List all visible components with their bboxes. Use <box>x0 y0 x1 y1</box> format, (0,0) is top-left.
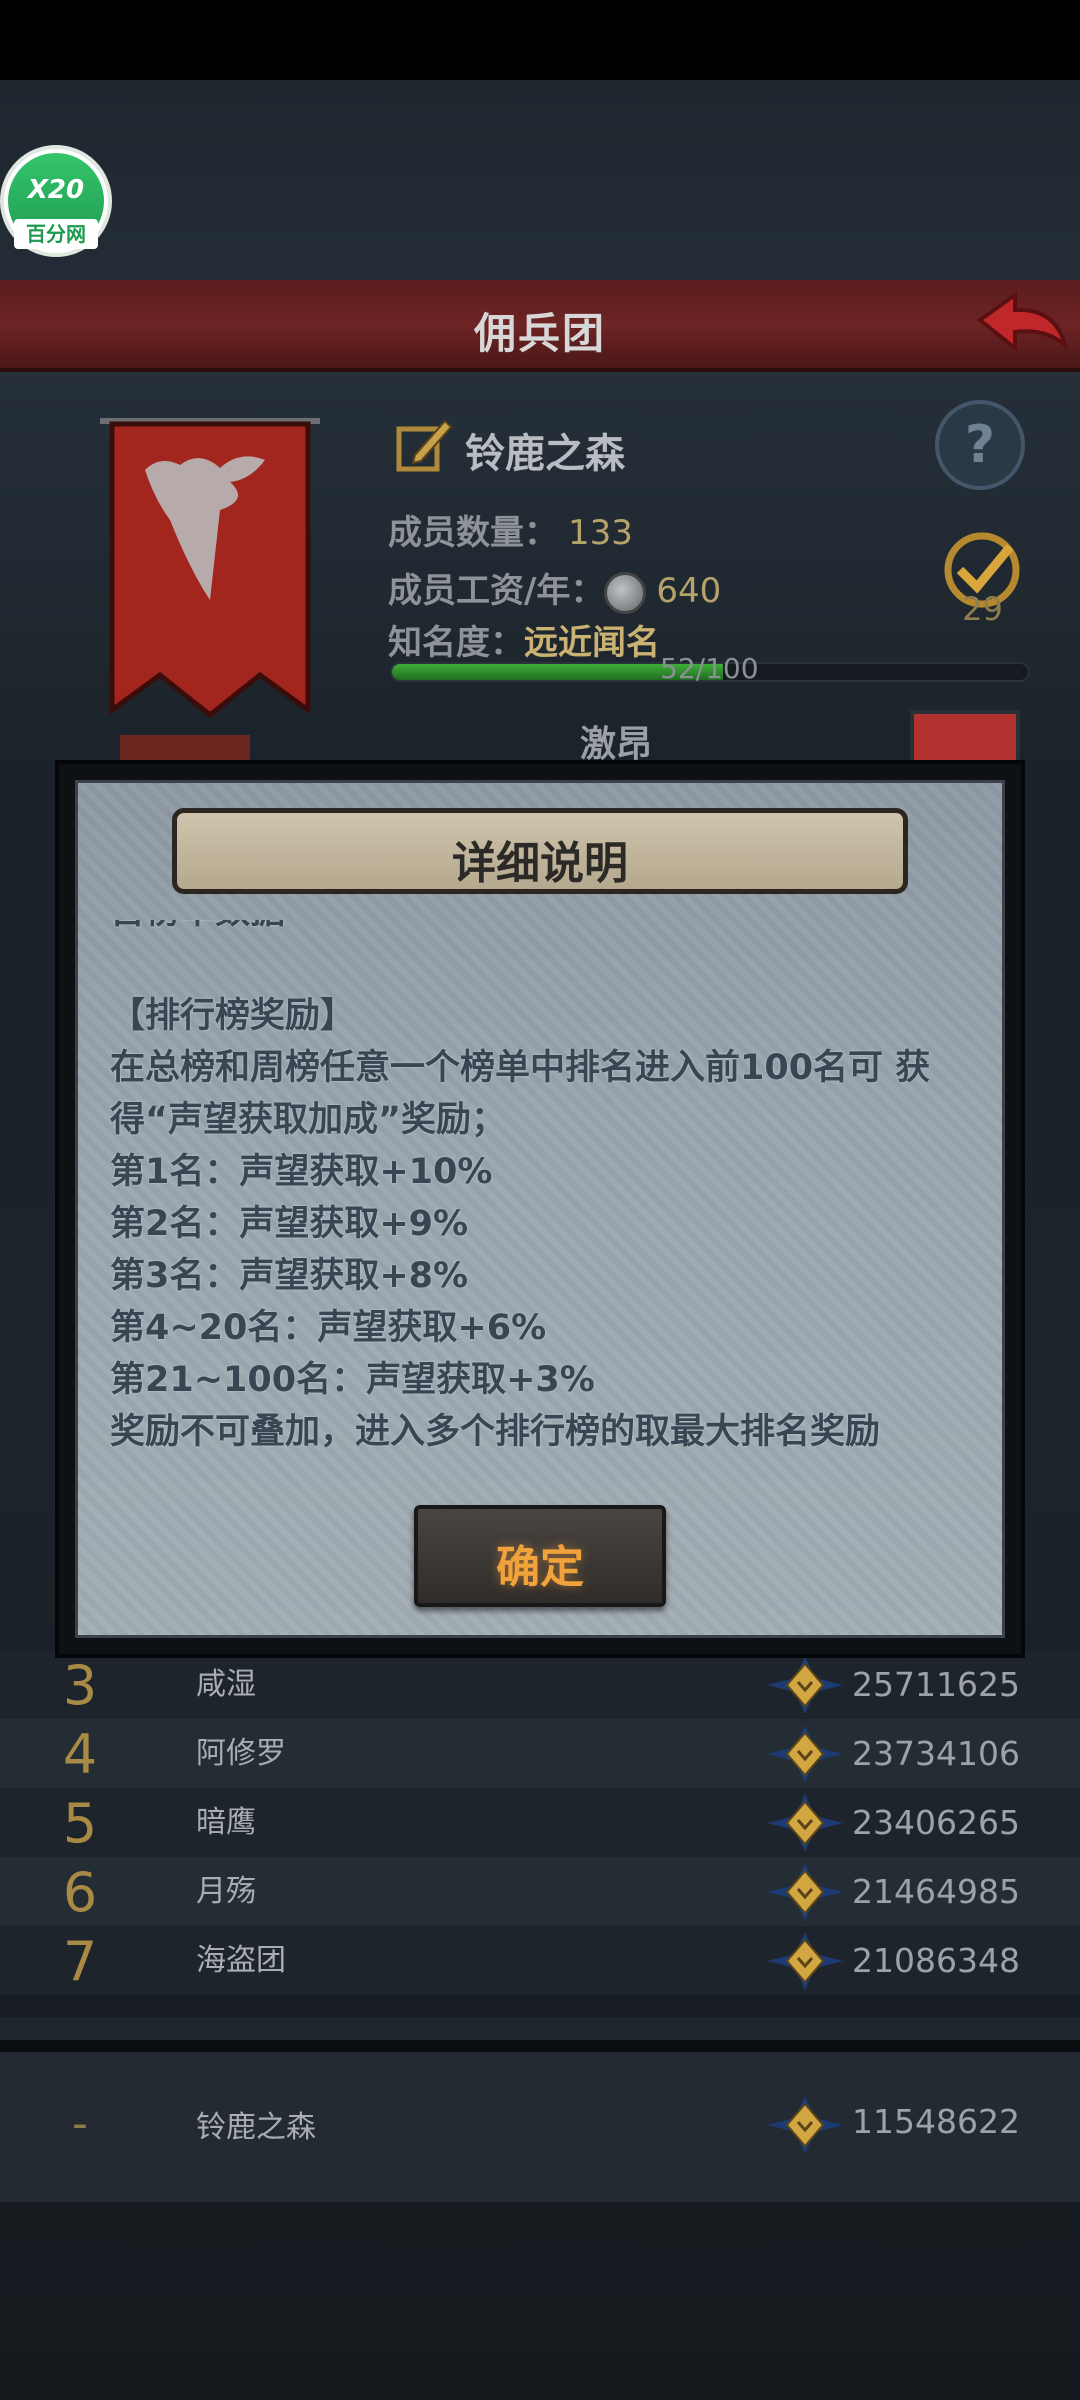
members-value: 133 <box>568 513 633 553</box>
description-line: 第21~100名：声望获取+3% <box>110 1360 595 1400</box>
members-line: 成员数量： 133 <box>388 505 633 554</box>
guild-name: 铃鹿之森 <box>465 431 625 477</box>
emblem-icon <box>767 1725 843 1783</box>
guild-banner <box>100 418 320 719</box>
emblem-icon <box>767 1932 843 1990</box>
description-line: 在总榜和周榜任意一个榜单中排名进入前100名可 获 <box>110 1048 931 1088</box>
edit-icon[interactable] <box>395 415 455 475</box>
dialog-description[interactable]: 首榜单数据 【排行榜奖励】 在总榜和周榜任意一个榜单中排名进入前100名可 获 … <box>110 920 970 1485</box>
row-score: 23734106 <box>852 1734 1020 1773</box>
header-band: 佣兵团 <box>0 280 1080 372</box>
row-rank: 3 <box>62 1654 98 1717</box>
back-arrow-icon[interactable] <box>970 290 1070 360</box>
row-rank: 5 <box>62 1792 98 1855</box>
dialog-title-plate: 详细说明 <box>172 808 908 894</box>
salary-label: 成员工资/年： <box>388 571 605 611</box>
row-name: 海盗团 <box>196 1943 286 1978</box>
help-icon[interactable]: ? <box>935 400 1025 490</box>
salary-value: 640 <box>656 571 722 611</box>
rank-badge-value: 29 <box>962 590 1003 628</box>
description-line: 奖励不可叠加，进入多个排行榜的取最大排名奖励 <box>110 1412 881 1452</box>
table-row[interactable]: 4 阿修罗 23734106 <box>0 1719 1080 1788</box>
confirm-label: 确定 <box>496 1542 584 1593</box>
my-guild-score: 11548622 <box>852 2102 1020 2141</box>
logo-text-bottom: 百分网 <box>14 219 98 249</box>
table-row[interactable]: 3 咸湿 25711625 <box>0 1650 1080 1719</box>
status-bar <box>0 0 1080 80</box>
row-name: 咸湿 <box>196 1667 256 1702</box>
fame-line: 知名度：远近闻名 <box>388 615 660 664</box>
ranking-list: 3 咸湿 25711625 4 阿修罗 23734106 5 暗鹰 234062… <box>0 1650 1080 1995</box>
description-cut-line: 首榜单数据 <box>110 920 970 938</box>
row-score: 25711625 <box>852 1665 1020 1704</box>
emblem-icon <box>767 1656 843 1714</box>
description-line: 第2名：声望获取+9% <box>110 1204 469 1244</box>
table-row[interactable]: 5 暗鹰 23406265 <box>0 1788 1080 1857</box>
fame-label: 知名度： <box>388 623 524 663</box>
watermark-logo: X20 百分网 <box>0 145 112 257</box>
fame-progress-text: 52/100 <box>660 652 759 685</box>
row-rank: 6 <box>62 1861 98 1924</box>
salary-line: 成员工资/年： 640 <box>388 563 721 614</box>
description-line: 第4~20名：声望获取+6% <box>110 1308 547 1348</box>
row-rank: 7 <box>62 1930 98 1993</box>
logo-text-top: X20 <box>27 175 85 205</box>
emblem-icon <box>767 1863 843 1921</box>
members-label: 成员数量： <box>388 513 558 553</box>
description-line: 【排行榜奖励】 <box>110 996 356 1036</box>
divider <box>0 2040 1080 2052</box>
fame-value: 远近闻名 <box>524 623 660 663</box>
my-guild-row[interactable]: - 铃鹿之森 11548622 <box>0 2052 1080 2202</box>
row-score: 21464985 <box>852 1872 1020 1911</box>
row-score: 23406265 <box>852 1803 1020 1842</box>
my-rank: - <box>72 2098 88 2149</box>
description-line: 第1名：声望获取+10% <box>110 1152 493 1192</box>
emblem-icon <box>767 1794 843 1852</box>
coin-icon <box>604 571 647 614</box>
confirm-button[interactable]: 确定 <box>414 1505 666 1607</box>
my-guild-name: 铃鹿之森 <box>196 2110 316 2145</box>
emblem-icon <box>767 2096 843 2154</box>
description-line: 得“声望获取加成”奖励； <box>110 1100 507 1140</box>
table-row[interactable]: 6 月殇 21464985 <box>0 1857 1080 1926</box>
row-rank: 4 <box>62 1723 98 1786</box>
table-row[interactable]: 7 海盗团 21086348 <box>0 1926 1080 1995</box>
row-name: 阿修罗 <box>196 1736 286 1771</box>
row-name: 月殇 <box>196 1874 256 1909</box>
page-title: 佣兵团 <box>473 309 606 358</box>
description-line: 第3名：声望获取+8% <box>110 1256 469 1296</box>
row-name: 暗鹰 <box>196 1805 256 1840</box>
row-score: 21086348 <box>852 1941 1020 1980</box>
dialog-title: 详细说明 <box>452 838 628 889</box>
